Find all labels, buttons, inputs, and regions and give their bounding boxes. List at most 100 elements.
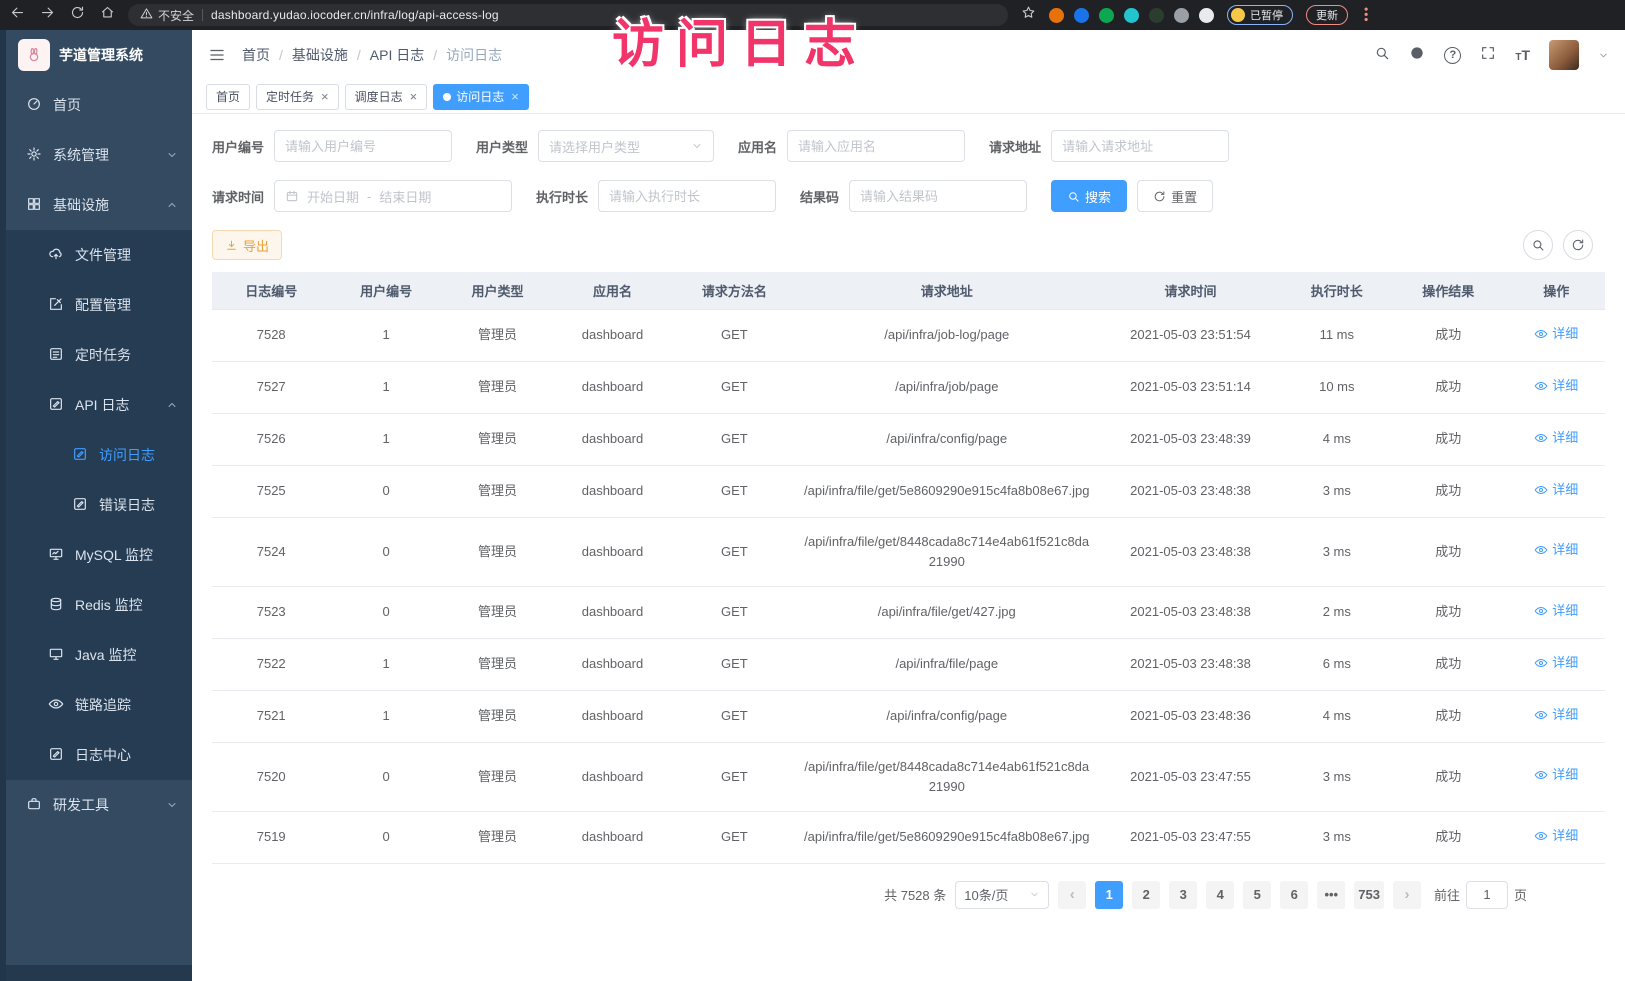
user-type-cell: 管理员	[442, 465, 553, 517]
page-size-select[interactable]: 10条/页	[955, 881, 1049, 909]
column-header: 执行时长	[1285, 272, 1389, 309]
search-button[interactable]: 搜索	[1051, 180, 1127, 212]
user-id-cell: 0	[330, 811, 441, 863]
request-url-cell: /api/infra/file/get/5e8609290e915c4fa8b0…	[797, 465, 1097, 517]
sidebar-item[interactable]: 链路追踪	[6, 680, 192, 730]
hamburger-icon[interactable]	[208, 46, 226, 64]
sidebar-item[interactable]: MySQL 监控	[6, 530, 192, 580]
user-id-input[interactable]	[274, 130, 452, 162]
user-type-select[interactable]: 请选择用户类型	[538, 130, 714, 162]
sidebar-item[interactable]: 基础设施	[6, 180, 192, 230]
extension-green[interactable]	[1099, 8, 1114, 23]
extension-teal[interactable]	[1124, 8, 1139, 23]
close-icon[interactable]: ×	[410, 89, 418, 104]
extension-orange[interactable]	[1049, 8, 1064, 23]
request-url-input[interactable]	[1051, 130, 1229, 162]
sidebar-item[interactable]: Java 监控	[6, 630, 192, 680]
sidebar-item[interactable]: 系统管理	[6, 130, 192, 180]
close-icon[interactable]: ×	[511, 89, 519, 104]
goto-page-input[interactable]	[1466, 881, 1508, 909]
sidebar-item[interactable]: API 日志	[6, 380, 192, 430]
app-name-input[interactable]	[787, 130, 965, 162]
page-button[interactable]: 1	[1095, 881, 1123, 909]
update-button[interactable]: 更新	[1306, 5, 1348, 25]
result-code-input[interactable]	[849, 180, 1027, 212]
chevron-down-icon[interactable]	[1598, 50, 1609, 61]
sidebar-item[interactable]: Redis 监控	[6, 580, 192, 630]
page-button[interactable]: 2	[1132, 881, 1160, 909]
result-cell: 成功	[1389, 638, 1507, 690]
security-indicator[interactable]: 不安全	[140, 7, 194, 24]
back-icon[interactable]	[10, 5, 25, 25]
extension-blue[interactable]	[1074, 8, 1089, 23]
sidebar-item[interactable]: 文件管理	[6, 230, 192, 280]
page-button[interactable]: 753	[1354, 881, 1384, 909]
sidebar-item[interactable]: 访问日志	[6, 430, 192, 480]
paused-badge[interactable]: 已暂停	[1227, 5, 1293, 25]
reset-button[interactable]: 重置	[1137, 180, 1213, 212]
duration-input[interactable]	[598, 180, 776, 212]
page-button[interactable]: •••	[1317, 881, 1345, 909]
search-icon[interactable]	[1374, 45, 1390, 66]
view-tab[interactable]: 访问日志 ×	[433, 84, 529, 110]
method-cell: GET	[672, 638, 797, 690]
bookmark-star-icon[interactable]	[1021, 5, 1036, 25]
duration-cell: 4 ms	[1285, 413, 1389, 465]
breadcrumb-item[interactable]: 访问日志	[446, 45, 502, 65]
user-id-cell: 1	[330, 413, 441, 465]
detail-link[interactable]: 详细	[1534, 653, 1578, 673]
refresh-table-button[interactable]	[1563, 230, 1593, 260]
detail-link[interactable]: 详细	[1534, 376, 1578, 396]
sidebar-item[interactable]: 研发工具	[6, 780, 192, 830]
toolbar: 导出	[212, 230, 1605, 260]
prev-page-button[interactable]: ‹	[1058, 881, 1086, 909]
detail-link[interactable]: 详细	[1534, 705, 1578, 725]
page-button[interactable]: 4	[1206, 881, 1234, 909]
sidebar-item[interactable]: 配置管理	[6, 280, 192, 330]
page-button[interactable]: 5	[1243, 881, 1271, 909]
sidebar-item[interactable]: 日志中心	[6, 730, 192, 780]
extension-dark[interactable]	[1149, 8, 1164, 23]
logo-bar[interactable]: 芋道管理系统	[6, 30, 192, 80]
forward-icon[interactable]	[40, 5, 55, 25]
detail-link[interactable]: 详细	[1534, 765, 1578, 785]
close-icon[interactable]: ×	[321, 89, 329, 104]
reload-icon[interactable]	[70, 5, 85, 25]
sidebar-item[interactable]: 定时任务	[6, 330, 192, 380]
detail-link[interactable]: 详细	[1534, 826, 1578, 846]
view-tab[interactable]: 首页	[206, 84, 250, 110]
extension-gray[interactable]	[1174, 8, 1189, 23]
user-id-cell: 1	[330, 690, 441, 742]
extension-light[interactable]	[1199, 8, 1214, 23]
sidebar-item[interactable]: 错误日志	[6, 480, 192, 530]
page-button[interactable]: 6	[1280, 881, 1308, 909]
breadcrumb-item[interactable]: 首页	[242, 45, 292, 65]
page-button[interactable]: 3	[1169, 881, 1197, 909]
fullscreen-icon[interactable]	[1480, 45, 1496, 66]
help-icon[interactable]: ?	[1444, 47, 1461, 64]
detail-link[interactable]: 详细	[1534, 324, 1578, 344]
request-time-cell: 2021-05-03 23:48:38	[1097, 517, 1285, 586]
view-tab[interactable]: 调度日志 ×	[345, 84, 428, 110]
detail-link[interactable]: 详细	[1534, 480, 1578, 500]
chevron-icon	[166, 399, 178, 411]
detail-link[interactable]: 详细	[1534, 428, 1578, 448]
date-range-picker[interactable]: 开始日期 - 结束日期	[274, 180, 512, 212]
address-bar[interactable]: 不安全 dashboard.yudao.iocoder.cn/infra/log…	[128, 4, 1008, 26]
export-button[interactable]: 导出	[212, 230, 282, 260]
sidebar-item[interactable]: 首页	[6, 80, 192, 130]
font-size-icon[interactable]: TT	[1515, 47, 1530, 63]
breadcrumb-item[interactable]: API 日志	[370, 45, 446, 65]
avatar[interactable]	[1549, 40, 1579, 70]
github-icon[interactable]	[1409, 45, 1425, 66]
detail-link[interactable]: 详细	[1534, 540, 1578, 560]
breadcrumb-item[interactable]: 基础设施	[292, 45, 370, 65]
home-icon[interactable]	[100, 5, 115, 25]
toggle-search-button[interactable]	[1523, 230, 1553, 260]
view-tab[interactable]: 定时任务 ×	[256, 84, 339, 110]
browser-menu-icon[interactable]: •••	[1361, 7, 1371, 23]
detail-link[interactable]: 详细	[1534, 601, 1578, 621]
duration-cell: 3 ms	[1285, 465, 1389, 517]
next-page-button[interactable]: ›	[1393, 881, 1421, 909]
request-url-cell: /api/infra/job/page	[797, 361, 1097, 413]
